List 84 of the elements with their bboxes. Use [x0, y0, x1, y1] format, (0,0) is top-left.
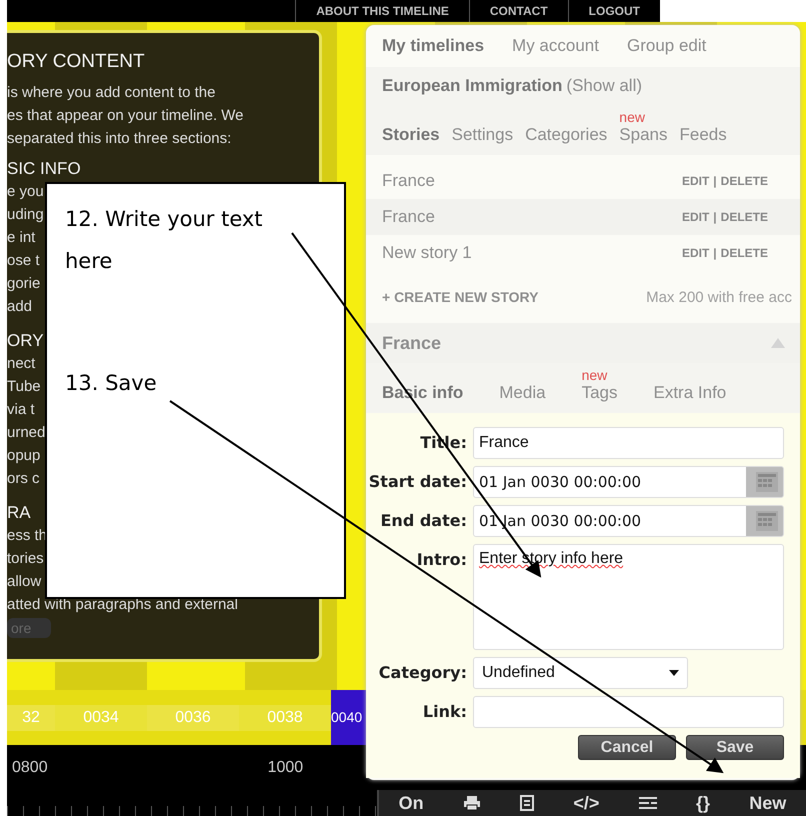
on-button[interactable]: On — [398, 792, 424, 814]
axis-label: 1000 — [268, 758, 304, 776]
field-label: End date: — [380, 510, 467, 530]
new-label: new — [582, 367, 608, 383]
panel-text: add — [7, 297, 34, 317]
story-title[interactable]: New story 1 — [382, 243, 472, 263]
tab[interactable]: Spans — [619, 125, 668, 145]
panel-text: gorie — [7, 274, 42, 294]
section-heading: SIC INFO — [7, 158, 82, 180]
panel-text: is where you add content to the — [7, 83, 216, 103]
panel-text: tories — [7, 549, 45, 569]
panel-text: nect — [7, 354, 36, 374]
panel-text: allow — [7, 572, 42, 592]
tab[interactable]: My account — [512, 36, 599, 56]
collapse-triangle-icon[interactable] — [770, 337, 786, 349]
tab[interactable]: Extra Info — [653, 383, 726, 403]
panel-text: Tube — [7, 377, 42, 397]
limit-note: Max 200 with free acc — [646, 288, 792, 306]
delete-link[interactable]: DELETE — [720, 174, 768, 188]
calendar-icon[interactable] — [756, 511, 778, 531]
delete-link[interactable]: DELETE — [720, 210, 768, 224]
tab[interactable]: My timelines — [382, 36, 484, 56]
panel-text: ors c — [7, 469, 41, 489]
new-button[interactable]: New — [749, 792, 786, 814]
cancel-button[interactable]: Cancel — [578, 735, 676, 760]
new-label: new — [619, 109, 645, 125]
instruction-text: 13. Save — [65, 370, 158, 397]
tab[interactable]: Media — [499, 383, 546, 403]
calendar-icon[interactable] — [756, 472, 778, 492]
separator: | — [713, 174, 717, 188]
field-label: Start date: — [368, 471, 467, 491]
panel-text: uding — [7, 205, 45, 225]
panel-text: via t — [7, 400, 36, 420]
edit-link[interactable]: EDIT — [682, 246, 710, 260]
date-field[interactable]: 01 Jan 0030 00:00:00 — [473, 505, 784, 537]
panel-text: opup — [7, 446, 42, 466]
panel-text: es that appear on your timeline. We — [7, 106, 245, 126]
print-icon[interactable] — [462, 795, 481, 811]
panel-text: separated this into three sections: — [7, 129, 232, 149]
tab[interactable]: Stories — [382, 125, 440, 145]
year-label: 0040 — [331, 690, 367, 745]
tab[interactable]: Settings — [452, 125, 514, 145]
panel-text: atted with paragraphs and external — [7, 595, 239, 615]
tab[interactable]: Feeds — [680, 125, 727, 145]
instruction-text: 12. Write your text here — [65, 206, 264, 275]
list-icon[interactable] — [638, 796, 657, 810]
year-label: 0034 — [55, 704, 147, 730]
tab[interactable]: Tags — [582, 383, 618, 403]
separator: | — [713, 210, 717, 224]
field-label: Category: — [378, 662, 467, 682]
year-label: 0038 — [239, 704, 331, 730]
category-dropdown[interactable]: Undefined — [473, 657, 688, 689]
separator: | — [713, 246, 717, 260]
panel-text: ORY — [7, 330, 45, 352]
year-label: 32 — [7, 704, 55, 730]
tab[interactable]: Categories — [525, 125, 608, 145]
create-story-link[interactable]: + CREATE NEW STORY — [382, 289, 538, 305]
field-label: Link: — [422, 701, 467, 721]
story-title[interactable]: France — [382, 171, 435, 191]
panel-text: e int — [7, 228, 36, 248]
story-heading: France — [382, 332, 442, 354]
edit-link[interactable]: EDIT — [682, 174, 710, 188]
tab[interactable]: Group edit — [626, 36, 706, 56]
panel-text: ose t — [7, 251, 41, 271]
edit-link[interactable]: EDIT — [682, 210, 710, 224]
date-field[interactable]: 01 Jan 0030 00:00:00 — [473, 466, 784, 498]
year-label: 0036 — [147, 704, 239, 730]
axis-label: 0800 — [12, 758, 48, 776]
show-all-link[interactable]: (Show all) — [566, 76, 642, 96]
panel-text: e you — [7, 182, 45, 202]
panel-text: RA — [7, 502, 32, 524]
timeline-name: European Immigration — [382, 76, 562, 96]
delete-link[interactable]: DELETE — [720, 246, 768, 260]
braces-button[interactable]: {} — [696, 792, 710, 814]
text-field[interactable] — [473, 696, 784, 728]
text-field[interactable]: France — [473, 427, 784, 459]
panel-text: urned — [7, 423, 45, 443]
field-label: Intro: — [416, 549, 467, 569]
story-title[interactable]: France — [382, 207, 435, 227]
save-button[interactable]: Save — [686, 735, 784, 760]
panel-heading: ORY CONTENT — [7, 51, 146, 73]
dropdown-arrow-icon — [669, 670, 679, 676]
document-icon[interactable] — [520, 795, 534, 811]
code-button[interactable]: </> — [573, 792, 600, 814]
